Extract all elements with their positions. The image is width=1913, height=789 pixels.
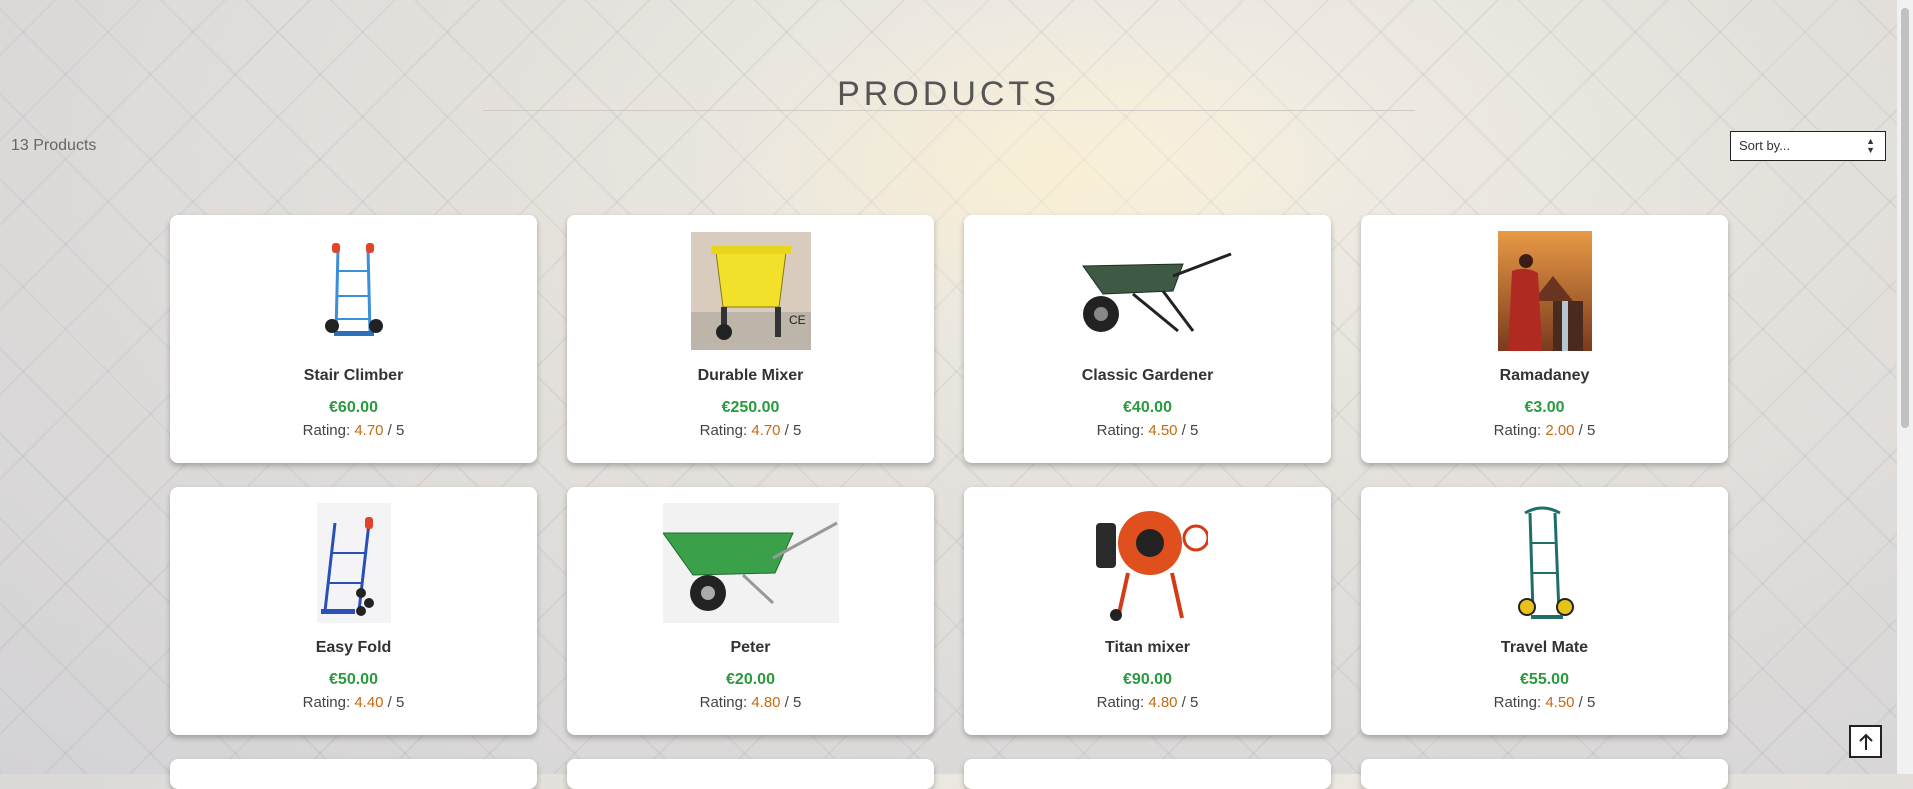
sort-select[interactable]: Sort by... ▲ ▼ [1730, 131, 1886, 161]
product-rating: Rating: 4.40 / 5 [170, 694, 537, 711]
product-rating: Rating: 4.80 / 5 [567, 694, 934, 711]
product-card[interactable]: Classic Gardener €40.00 Rating: 4.50 / 5 [964, 215, 1331, 463]
rating-label: Rating: [699, 422, 752, 439]
product-name: Peter [730, 639, 771, 656]
product-card[interactable]: CE Durable Mixer €250.00 Rating: 4.70 / … [567, 215, 934, 463]
rating-value: 4.40 [354, 694, 384, 711]
rating-label: Rating: [1493, 694, 1546, 711]
arrow-up-icon [1858, 733, 1873, 750]
select-arrows-icon: ▲ ▼ [1866, 136, 1875, 155]
product-name: Titan mixer [1104, 639, 1191, 656]
rating-value: 4.80 [751, 694, 781, 711]
product-name: Travel Mate [1500, 639, 1589, 656]
product-rating: Rating: 4.80 / 5 [964, 694, 1331, 711]
product-price: €40.00 [1123, 399, 1172, 416]
product-name: Durable Mixer [697, 367, 804, 384]
product-price: €20.00 [726, 671, 775, 688]
rating-value: 2.00 [1545, 422, 1575, 439]
page-scrollbar[interactable] [1897, 0, 1913, 774]
product-image-desert-scene [1361, 231, 1728, 351]
product-card[interactable]: Travel Mate €55.00 Rating: 4.50 / 5 [1361, 487, 1728, 735]
product-image-hand-truck [170, 231, 537, 351]
product-rating: Rating: 4.70 / 5 [170, 422, 537, 439]
product-image-hand-truck [1361, 503, 1728, 623]
back-to-top-button[interactable] [1849, 725, 1882, 758]
product-card-partial[interactable] [170, 759, 537, 789]
product-image-wheelbarrow [964, 231, 1331, 351]
product-image-wheelbarrow [567, 503, 934, 623]
page-title: PRODUCTS [837, 74, 1060, 113]
product-price: €60.00 [329, 399, 378, 416]
product-card[interactable]: Ramadaney €3.00 Rating: 2.00 / 5 [1361, 215, 1728, 463]
rating-value: 4.70 [354, 422, 384, 439]
rating-scale: / 5 [780, 694, 802, 711]
rating-label: Rating: [302, 422, 355, 439]
product-grid: Stair Climber €60.00 Rating: 4.70 / 5 CE… [170, 215, 1728, 789]
product-price: €55.00 [1520, 671, 1569, 688]
product-price: €90.00 [1123, 671, 1172, 688]
rating-value: 4.80 [1148, 694, 1178, 711]
product-image-hand-truck [170, 503, 537, 623]
svg-text:CE: CE [789, 313, 806, 327]
rating-label: Rating: [1096, 422, 1149, 439]
rating-scale: / 5 [1177, 694, 1199, 711]
product-image-mixer: CE [567, 231, 934, 351]
product-image-mixer [964, 503, 1331, 623]
product-card-partial[interactable] [964, 759, 1331, 789]
rating-label: Rating: [302, 694, 355, 711]
product-card-partial[interactable] [1361, 759, 1728, 789]
product-name: Stair Climber [303, 367, 404, 384]
product-rating: Rating: 4.50 / 5 [1361, 694, 1728, 711]
product-rating: Rating: 4.50 / 5 [964, 422, 1331, 439]
product-card[interactable]: Titan mixer €90.00 Rating: 4.80 / 5 [964, 487, 1331, 735]
rating-label: Rating: [699, 694, 752, 711]
rating-scale: / 5 [1177, 422, 1199, 439]
product-card-partial[interactable] [567, 759, 934, 789]
product-count: 13 Products [11, 137, 97, 154]
product-card[interactable]: Stair Climber €60.00 Rating: 4.70 / 5 [170, 215, 537, 463]
product-price: €3.00 [1524, 399, 1565, 416]
product-card[interactable]: Easy Fold €50.00 Rating: 4.40 / 5 [170, 487, 537, 735]
product-price: €50.00 [329, 671, 378, 688]
rating-value: 4.50 [1545, 694, 1575, 711]
scrollbar-thumb[interactable] [1901, 8, 1909, 428]
rating-scale: / 5 [383, 422, 405, 439]
product-card[interactable]: Peter €20.00 Rating: 4.80 / 5 [567, 487, 934, 735]
rating-label: Rating: [1096, 694, 1149, 711]
product-rating: Rating: 2.00 / 5 [1361, 422, 1728, 439]
rating-label: Rating: [1493, 422, 1546, 439]
rating-scale: / 5 [383, 694, 405, 711]
sort-select-label: Sort by... [1739, 138, 1791, 153]
rating-scale: / 5 [1574, 694, 1596, 711]
product-name: Easy Fold [315, 639, 392, 656]
product-price: €250.00 [721, 399, 780, 416]
rating-scale: / 5 [780, 422, 802, 439]
title-divider [483, 110, 1415, 111]
rating-scale: / 5 [1574, 422, 1596, 439]
product-rating: Rating: 4.70 / 5 [567, 422, 934, 439]
product-name: Classic Gardener [1081, 367, 1214, 384]
product-name: Ramadaney [1499, 367, 1590, 384]
rating-value: 4.50 [1148, 422, 1178, 439]
rating-value: 4.70 [751, 422, 781, 439]
